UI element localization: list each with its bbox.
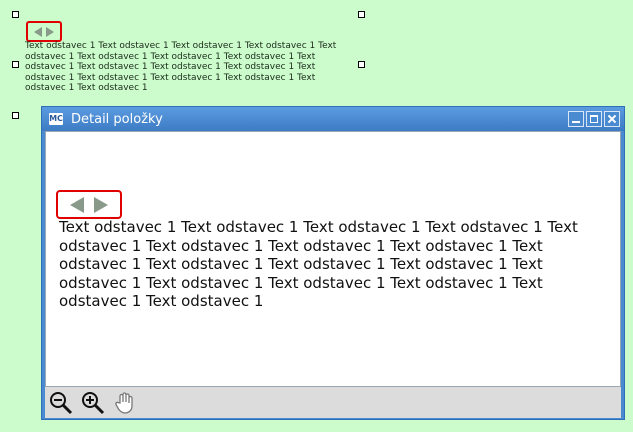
selection-handle[interactable] [12, 61, 19, 68]
prev-arrow-icon[interactable] [34, 26, 42, 37]
app-icon: MC [49, 113, 63, 125]
pan-hand-icon[interactable] [113, 391, 137, 415]
selection-handle[interactable] [358, 11, 365, 18]
minimize-icon[interactable] [568, 111, 584, 127]
nav-arrows-small[interactable] [26, 21, 62, 42]
canvas-paragraph: Text odstavec 1 Text odstavec 1 Text ods… [25, 41, 337, 93]
detail-window: MC Detail položky Text odstavec 1 Text o… [41, 106, 625, 420]
window-title: Detail položky [71, 111, 163, 127]
prev-arrow-icon[interactable] [70, 196, 84, 213]
window-titlebar[interactable]: MC Detail položky [42, 107, 624, 131]
close-icon[interactable] [604, 111, 620, 127]
maximize-icon[interactable] [586, 111, 602, 127]
zoom-in-icon[interactable] [81, 391, 105, 415]
selection-handle[interactable] [358, 61, 365, 68]
window-content: Text odstavec 1 Text odstavec 1 Text ods… [45, 131, 621, 387]
window-paragraph: Text odstavec 1 Text odstavec 1 Text ods… [59, 218, 578, 310]
zoom-toolbar [45, 387, 621, 418]
selection-handle[interactable] [12, 11, 19, 18]
zoom-out-icon[interactable] [49, 391, 73, 415]
selection-handle[interactable] [12, 112, 19, 119]
next-arrow-icon[interactable] [94, 196, 108, 213]
nav-arrows-large[interactable] [56, 190, 122, 219]
next-arrow-icon[interactable] [46, 26, 54, 37]
